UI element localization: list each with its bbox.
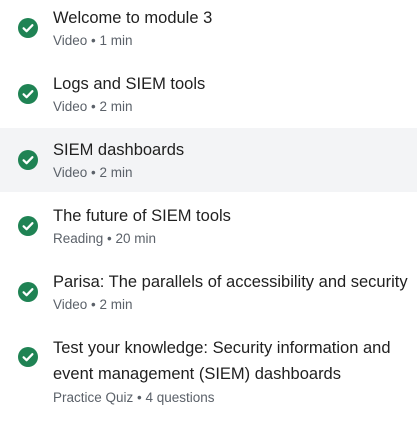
check-circle-icon	[18, 18, 38, 38]
item-meta: Video • 2 min	[53, 99, 133, 114]
item-title: Parisa: The parallels of accessibility a…	[53, 273, 408, 291]
list-item-test-your-knowledge-siem-dashboards[interactable]: Test your knowledge: Security informatio…	[0, 324, 417, 424]
module-item-list: Welcome to module 3 Video • 1 min Logs a…	[0, 0, 417, 428]
check-circle-icon	[18, 216, 38, 236]
list-item-siem-dashboards[interactable]: SIEM dashboards Video • 2 min	[0, 128, 417, 192]
check-circle-icon	[18, 347, 38, 367]
list-item-welcome-to-module-3[interactable]: Welcome to module 3 Video • 1 min	[0, 0, 417, 62]
item-meta: Reading • 20 min	[53, 231, 157, 246]
item-meta: Video • 1 min	[53, 33, 133, 48]
item-meta: Video • 2 min	[53, 165, 133, 180]
check-circle-icon	[18, 84, 38, 104]
item-meta: Video • 2 min	[53, 297, 133, 312]
item-title: Welcome to module 3	[53, 9, 213, 27]
item-meta: Practice Quiz • 4 questions	[53, 390, 215, 405]
list-item-the-future-of-siem-tools[interactable]: The future of SIEM tools Reading • 20 mi…	[0, 192, 417, 258]
list-item-parisa-accessibility-and-security[interactable]: Parisa: The parallels of accessibility a…	[0, 258, 417, 324]
item-title: SIEM dashboards	[53, 141, 185, 159]
list-item-logs-and-siem-tools[interactable]: Logs and SIEM tools Video • 2 min	[0, 62, 417, 128]
check-circle-icon	[18, 150, 38, 170]
item-title: Logs and SIEM tools	[53, 75, 206, 93]
item-title: The future of SIEM tools	[53, 207, 231, 225]
item-title: Test your knowledge: Security informatio…	[53, 339, 391, 383]
check-circle-icon	[18, 282, 38, 302]
